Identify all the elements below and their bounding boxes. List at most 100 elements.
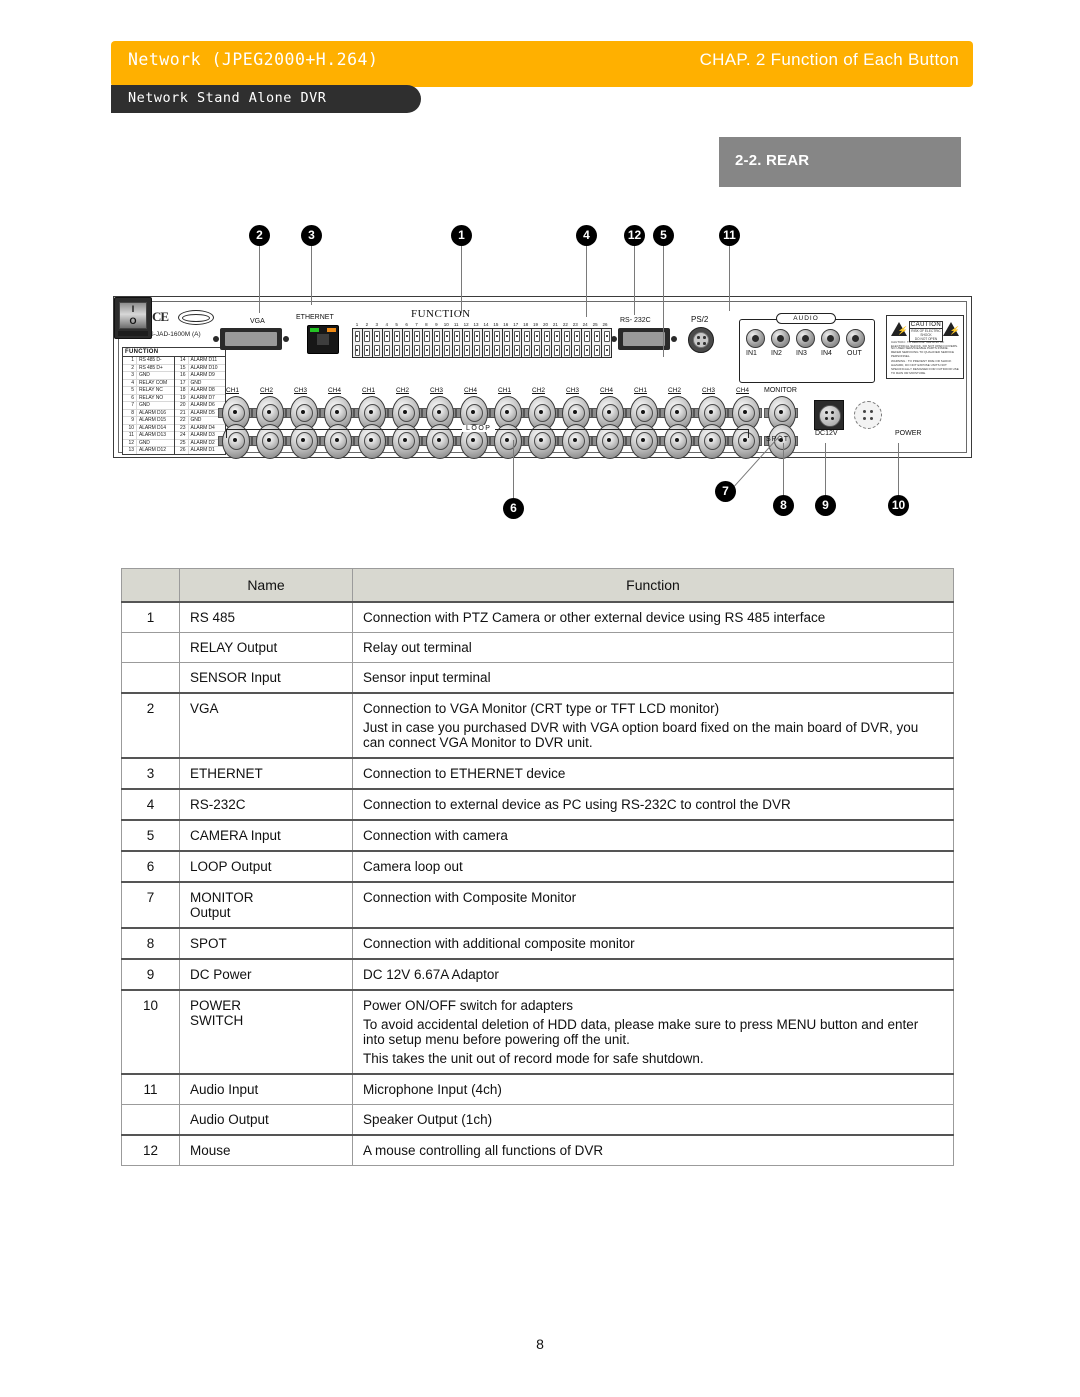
function-pin-number: 23 xyxy=(175,424,189,431)
caution-body-line-3: WARNING : TO PREVENT FIRE OR SHOCK HAZAR… xyxy=(891,359,959,375)
function-pin-number: 3 xyxy=(123,372,137,379)
caution-label: ⚡ ⚡ CAUTION RISK OF ELECTRIC SHOCK DO NO… xyxy=(886,315,964,379)
terminal-screw-hole-icon xyxy=(474,344,481,356)
row-name: RS 485 xyxy=(179,601,353,633)
power-switch[interactable]: I O xyxy=(114,297,152,339)
row-function: Sensor input terminal xyxy=(352,662,954,694)
terminal-pin-cell xyxy=(572,329,583,357)
terminal-pin-number: 22 xyxy=(562,322,568,327)
row-function-line: Power ON/OFF switch for adapters xyxy=(363,998,574,1013)
terminal-pin-cell xyxy=(542,329,553,357)
function-pin-name: RS 485 D- xyxy=(139,357,162,363)
terminal-pin-number: 23 xyxy=(572,322,578,327)
function-pin-table: FUNCTION 1 RS 485 D- 2 RS 485 D+ 3 GND 4 RELAY … xyxy=(122,347,226,455)
terminal-screw-hole-icon xyxy=(394,344,401,356)
function-pin-number: 2 xyxy=(123,364,137,371)
row-function-line: Just in case you purchased DVR with VGA … xyxy=(363,720,919,750)
terminal-screw-hole-icon xyxy=(474,330,481,342)
row-function-line: Connection to ETHERNET device xyxy=(363,766,566,781)
terminal-pin-cell xyxy=(562,329,573,357)
row-function-line: This takes the unit out of record mode f… xyxy=(363,1051,704,1066)
terminal-screw-hole-icon xyxy=(563,344,570,356)
terminal-pin-cell xyxy=(483,329,493,357)
terminal-screw-hole-icon xyxy=(374,330,381,342)
row-function: DC 12V 6.67A Adaptor xyxy=(352,958,954,991)
power-rocker-icon[interactable]: I O xyxy=(119,302,147,329)
terminal-screw-hole-icon xyxy=(414,330,421,342)
power-label: POWER xyxy=(895,430,922,437)
row-function: Connection to external device as PC usin… xyxy=(352,788,954,821)
row-function: Relay out terminal xyxy=(352,632,954,663)
function-pin-number: 18 xyxy=(175,387,189,394)
function-pin-row: 8 ALARM D16 xyxy=(123,409,174,417)
row-number: 7 xyxy=(121,881,180,929)
terminal-screw-hole-icon xyxy=(414,344,421,356)
leader-line-10 xyxy=(898,443,899,495)
function-pin-number: 11 xyxy=(123,432,137,439)
row-name: MONITOR Output xyxy=(179,881,353,929)
terminal-screw-hole-icon xyxy=(523,344,530,356)
vga-connector xyxy=(213,328,289,350)
row-number: 1 xyxy=(121,601,180,633)
terminal-pin-number: 20 xyxy=(542,322,548,327)
page-number: 8 xyxy=(536,1336,544,1352)
terminal-pin-cell xyxy=(443,329,453,357)
rear-panel-diagram: 2 3 1 4 12 5 11 6 7 8 9 10 FC CE MIC : A… xyxy=(0,0,1080,540)
table-header-row: Name Function xyxy=(121,568,954,603)
row-function-line: Microphone Input (4ch) xyxy=(363,1082,502,1097)
table-head: Name Function xyxy=(121,568,954,603)
callout-1: 1 xyxy=(451,225,472,246)
channel-label: CH1 xyxy=(362,387,376,394)
channel-label: CH4 xyxy=(736,387,750,394)
terminal-screw-hole-icon xyxy=(593,344,600,356)
terminal-screw-hole-icon xyxy=(464,344,471,356)
terminal-screw-hole-icon xyxy=(593,330,600,342)
dc12v-power-jack xyxy=(814,400,844,430)
terminal-pin-number: 17 xyxy=(513,322,519,327)
col-header-number xyxy=(121,568,180,603)
row-name: VGA xyxy=(179,692,353,759)
function-pin-row: 4 RELAY COM xyxy=(123,379,174,387)
terminal-screw-hole-icon xyxy=(424,344,431,356)
terminal-pin-cell xyxy=(413,329,423,357)
terminal-pin-number: 1 xyxy=(355,322,359,327)
rj45-slot-icon xyxy=(317,334,329,345)
function-pin-row: 2 RS 485 D+ xyxy=(123,364,174,372)
ethernet-rj45-port xyxy=(307,325,339,354)
function-pin-number: 15 xyxy=(175,364,189,371)
row-function-line: Connection with additional composite mon… xyxy=(363,936,635,951)
vga-label: VGA xyxy=(250,318,265,325)
terminal-pin-number: 8 xyxy=(425,322,428,327)
row-name: CAMERA Input xyxy=(179,819,353,852)
audio-in4-jack xyxy=(821,329,840,348)
col-header-name: Name xyxy=(179,568,353,603)
row-number: 5 xyxy=(121,819,180,852)
terminal-screw-hole-icon xyxy=(573,344,580,356)
row-number: 11 xyxy=(121,1073,180,1105)
channel-label: CH4 xyxy=(600,387,614,394)
channel-label: CH3 xyxy=(702,387,716,394)
terminal-pin-number: 9 xyxy=(435,322,438,327)
terminal-pin-cell xyxy=(513,329,523,357)
row-number: 10 xyxy=(121,989,180,1075)
function-pin-name: ALARM D15 xyxy=(139,417,166,423)
terminal-pin-number: 21 xyxy=(552,322,558,327)
terminal-pin-cell xyxy=(463,329,473,357)
terminal-pin-number: 25 xyxy=(592,322,598,327)
row-function-line: DC 12V 6.67A Adaptor xyxy=(363,967,499,982)
function-pin-name: ALARM D7 xyxy=(190,394,215,401)
function-pin-name: RELAY NO xyxy=(139,394,164,401)
row-name: POWER SWITCH xyxy=(179,989,353,1075)
terminal-screw-hole-icon xyxy=(404,330,411,342)
row-function-line: Connection to VGA Monitor (CRT type or T… xyxy=(363,701,720,716)
table-row: 1 RS 485 Connection with PTZ Camera or oth… xyxy=(121,601,954,633)
terminal-pin-number: 10 xyxy=(443,322,449,327)
terminal-pin-number: 14 xyxy=(483,322,489,327)
vendor-logo-icon xyxy=(178,310,214,325)
rear-connector-table: Name Function 1 RS 485 Connection with PTZ… xyxy=(121,568,954,1166)
dvr-rear-chassis: FC CE MIC : AGS-JAD-1600M (A) FUNCTION 1… xyxy=(113,296,972,459)
function-pin-name: ALARM D9 xyxy=(190,372,215,378)
function-pin-row: 13 ALARM D12 xyxy=(123,447,174,454)
row-number: 9 xyxy=(121,958,180,991)
terminal-pin-cell xyxy=(433,329,443,357)
